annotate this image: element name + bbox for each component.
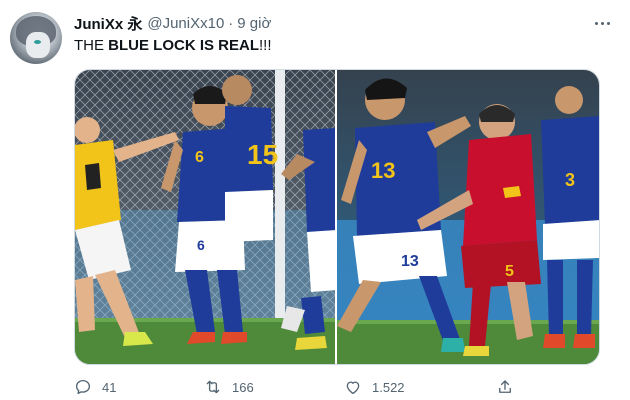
retweet-button[interactable]: 166 [204, 376, 254, 398]
tweet-timestamp[interactable]: 9 giờ [237, 15, 271, 32]
tweet-card[interactable]: JuniXx 永 @JuniXx10 · 9 giờ THE BLUE LOCK… [0, 0, 630, 400]
separator-dot: · [228, 14, 234, 32]
more-options-button[interactable] [590, 12, 614, 34]
tweet-media[interactable]: 6 6 15 13 13 5 3 [74, 69, 600, 365]
heart-icon [346, 381, 360, 395]
more-horizontal-icon [594, 21, 598, 25]
tweet-header: JuniXx 永 @JuniXx10 · 9 giờ [74, 12, 271, 34]
share-icon [499, 380, 511, 393]
jersey-number: 13 [371, 158, 395, 183]
more-horizontal-icon [606, 21, 610, 25]
jersey-number: 6 [195, 149, 204, 166]
photo-left-image: 6 6 15 [75, 70, 335, 364]
like-button[interactable]: 1.522 [344, 376, 405, 398]
tweet-text-suffix: !!! [259, 37, 272, 54]
tweet-text: THE BLUE LOCK IS REAL!!! [74, 37, 272, 54]
reply-count: 41 [102, 379, 117, 395]
jersey-number: 3 [565, 170, 575, 190]
display-name[interactable]: JuniXx 永 [74, 13, 142, 34]
like-count: 1.522 [372, 379, 405, 395]
jersey-number: 15 [247, 139, 278, 170]
tweet-actions: 41 166 1.522 [74, 376, 604, 398]
reply-button[interactable]: 41 [74, 376, 116, 398]
tweet-text-bold: BLUE LOCK IS REAL [108, 37, 260, 54]
shorts-number: 5 [505, 263, 514, 280]
photo-right[interactable]: 13 13 5 3 [337, 70, 599, 364]
retweet-icon [206, 380, 220, 394]
tweet-text-prefix: THE [74, 37, 109, 54]
shorts-number: 13 [401, 253, 419, 270]
avatar-eye [34, 40, 41, 44]
more-horizontal-icon [600, 21, 604, 25]
retweet-count: 166 [232, 379, 254, 395]
reply-icon [75, 379, 91, 395]
photo-left[interactable]: 6 6 15 [75, 70, 335, 364]
avatar-face [26, 32, 50, 58]
photo-right-image: 13 13 5 3 [337, 70, 599, 364]
share-button[interactable] [496, 376, 514, 398]
user-handle[interactable]: @JuniXx10 [147, 15, 224, 32]
shorts-number: 6 [197, 237, 205, 253]
avatar[interactable] [10, 12, 62, 64]
